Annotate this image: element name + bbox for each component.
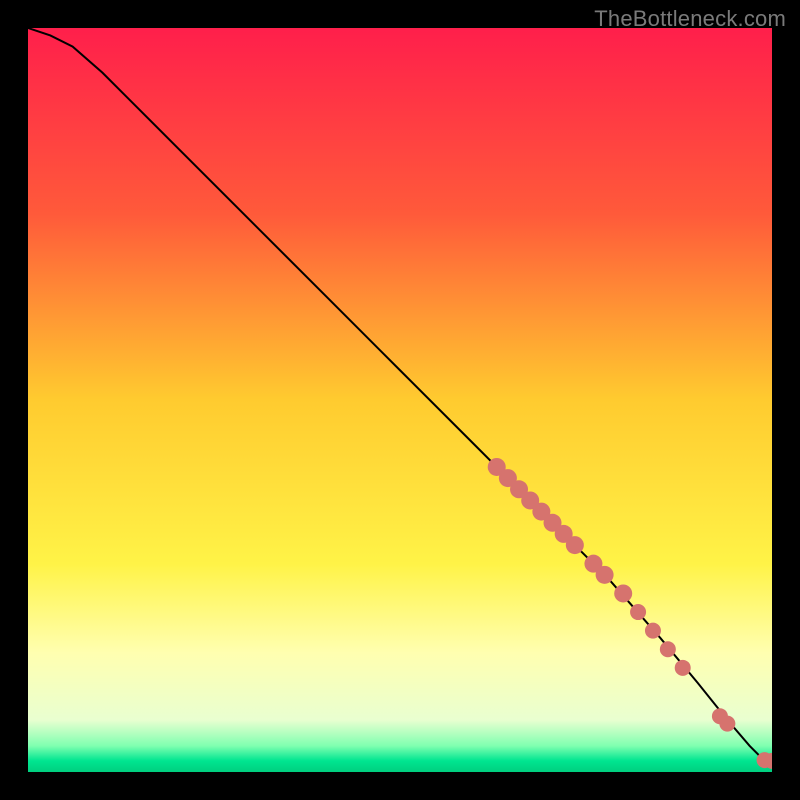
chart-marker [660,641,676,657]
chart-stage: TheBottleneck.com [0,0,800,800]
chart-marker [645,623,661,639]
chart-background [28,28,772,772]
chart-marker [719,716,735,732]
chart-marker [630,604,646,620]
chart-svg [28,28,772,772]
chart-marker [566,536,584,554]
chart-marker [675,660,691,676]
chart-marker [596,566,614,584]
chart-marker [614,584,632,602]
chart-plot [28,28,772,772]
